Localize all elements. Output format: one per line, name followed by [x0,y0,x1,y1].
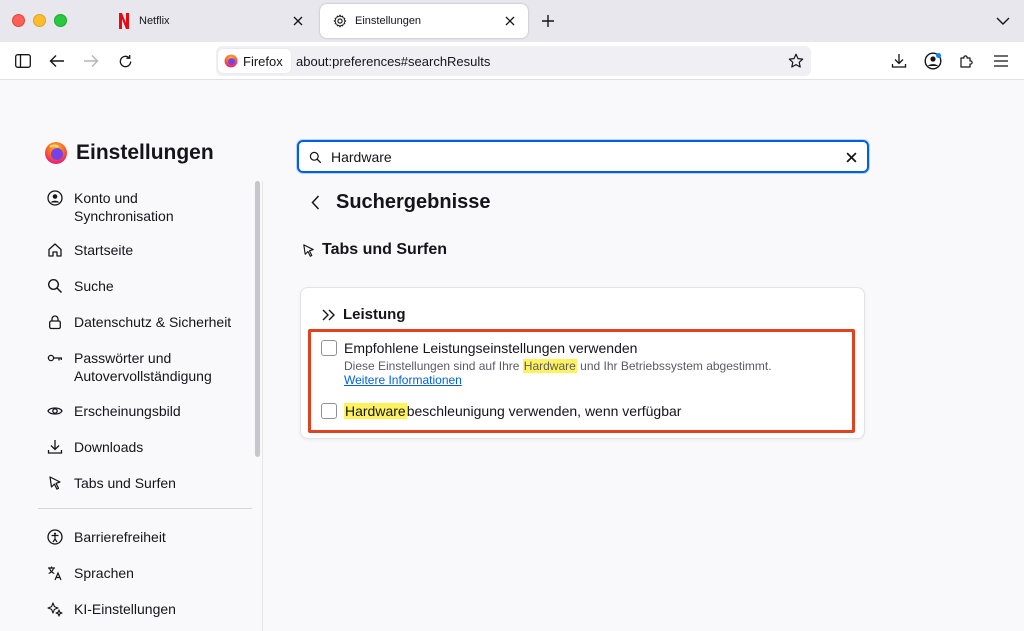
sidebar-divider [38,508,252,509]
menu-hamburger-icon[interactable] [990,50,1012,72]
tab-netflix[interactable]: Netflix [104,4,316,38]
ai-sparkle-icon [46,600,64,618]
tab-strip: Netflix Einstellungen [0,0,1024,42]
sidebar-item-label: KI-Einstellungen [74,601,176,617]
key-icon [46,349,64,367]
section-heading-text: Tabs und Surfen [322,241,448,258]
card-title: Leistung [321,306,406,323]
back-chevron-icon[interactable] [304,189,326,215]
account-avatar-icon[interactable] [922,50,944,72]
url-bar[interactable]: Firefox about:preferences#searchResults [216,46,811,76]
sidebar-item-startseite[interactable]: Startseite [38,241,252,259]
sidebar-item-barrierefreiheit[interactable]: Barrierefreiheit [38,528,252,546]
download-icon[interactable] [888,50,910,72]
sidebar-item-konto[interactable]: Konto und Synchronisation [38,189,252,225]
reload-icon[interactable] [114,50,136,72]
sidebar-item-label: Suche [74,278,114,294]
results-heading: Suchergebnisse [336,190,491,213]
sidebar-item-label: Konto und Synchronisation [74,190,174,224]
section-heading: Tabs und Surfen [300,241,447,259]
results-header: Suchergebnisse [304,189,491,215]
sidebar-item-sprachen[interactable]: Sprachen [38,564,252,582]
sidebar-item-suche[interactable]: Suche [38,277,252,295]
sidebar-item-label: Barrierefreiheit [74,529,166,545]
tab-title: Netflix [139,15,170,27]
sidebar-item-erscheinungsbild[interactable]: Erscheinungsbild [38,402,252,420]
home-icon [46,241,64,259]
sidebar-item-passwoerter[interactable]: Passwörter und Autovervollständigung [38,349,252,385]
tabs-icon [300,242,316,258]
sidebar-item-tabs[interactable]: Tabs und Surfen [38,474,252,492]
sidebar-item-ki[interactable]: KI-Einstellungen [38,600,252,618]
firefox-logo-icon [224,54,238,68]
search-icon [307,149,323,165]
eye-icon [46,402,64,420]
sidebar-item-downloads[interactable]: Downloads [38,438,252,456]
search-icon [46,277,64,295]
identity-box[interactable]: Firefox [218,49,291,73]
tab-settings[interactable]: Einstellungen [320,4,528,38]
sidebar-item-label: Startseite [74,242,134,258]
page-title: Einstellungen [44,141,214,165]
sidebar-item-datenschutz[interactable]: Datenschutz & Sicherheit [38,313,252,331]
extensions-puzzle-icon[interactable] [956,50,978,72]
gear-icon [332,13,348,29]
tab-title: Einstellungen [355,15,422,27]
sidebar-item-label: Sprachen [74,565,134,581]
close-icon[interactable] [290,13,306,29]
new-tab-button[interactable] [538,11,558,31]
translate-icon [46,564,64,582]
sidebar-item-label: Erscheinungsbild [74,403,181,419]
sidebar-border [262,181,263,631]
sidebar-toggle-icon[interactable] [12,50,34,72]
minimize-window-button[interactable] [33,14,46,27]
card-title-text: Leistung [343,306,406,323]
tabs-icon [46,474,64,492]
sidebar-scrollbar[interactable] [255,181,260,457]
browser-window: Netflix Einstellungen Firefox about:pref… [0,0,1024,631]
clear-icon[interactable] [843,149,859,165]
search-field[interactable]: Hardware [297,140,869,173]
close-icon[interactable] [502,13,518,29]
lock-icon [46,313,64,331]
navigation-toolbar: Firefox about:preferences#searchResults [0,42,1024,80]
accessibility-icon [46,528,64,546]
sidebar-item-label: Passwörter und Autovervollständigung [74,350,212,384]
close-window-button[interactable] [12,14,25,27]
sidebar-item-label: Downloads [74,439,144,455]
download-icon [46,438,64,456]
account-icon [46,189,64,207]
netflix-icon [116,13,132,29]
page-title-text: Einstellungen [76,141,214,164]
firefox-logo-icon [45,142,67,164]
preferences-page: Einstellungen Konto und Synchronisation … [0,81,1024,631]
chevron-down-icon[interactable] [994,12,1012,30]
identity-label: Firefox [243,53,283,69]
forward-arrow-icon[interactable] [80,50,102,72]
back-arrow-icon[interactable] [46,50,68,72]
sidebar-item-label: Datenschutz & Sicherheit [74,314,232,330]
zoom-window-button[interactable] [54,14,67,27]
sidebar-item-label: Tabs und Surfen [74,475,176,491]
bookmark-star-icon[interactable] [787,52,805,70]
url-text[interactable]: about:preferences#searchResults [296,54,490,69]
annotation-highlight-box [308,329,855,433]
double-chevron-icon [321,307,337,323]
search-input[interactable]: Hardware [331,149,392,165]
